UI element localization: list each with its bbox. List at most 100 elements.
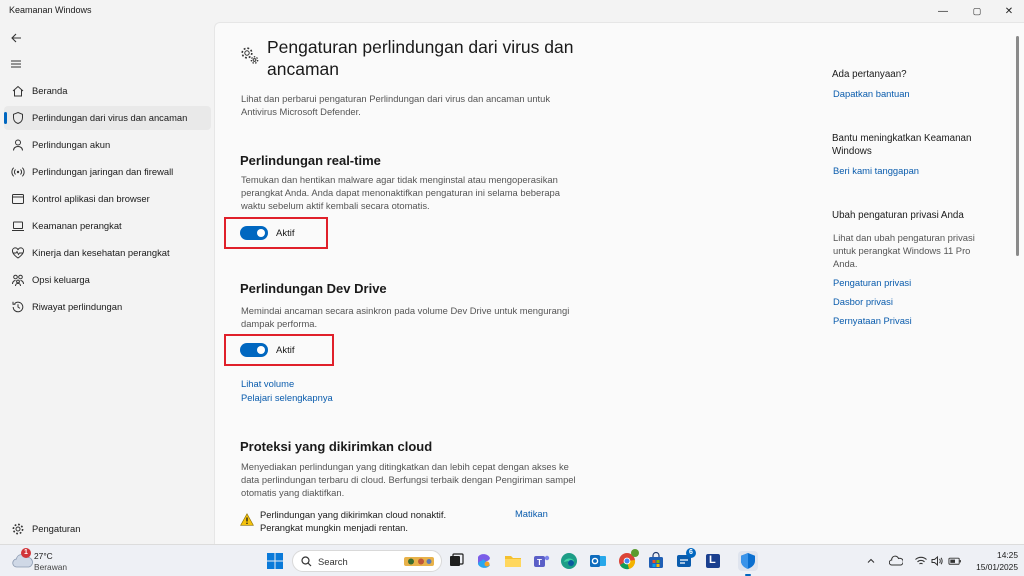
sidebar-item-label: Keamanan perangkat [32, 220, 122, 231]
sidebar-item-label: Riwayat perlindungan [32, 301, 123, 312]
weather-widget[interactable]: 1 27°C Berawan [8, 545, 68, 576]
volume-icon[interactable] [930, 554, 944, 568]
window-title: Keamanan Windows [9, 5, 92, 15]
maximize-button[interactable]: ▢ [960, 0, 994, 22]
sidebar: Beranda Perlindungan dari virus dan anca… [0, 22, 214, 544]
main-content: Pengaturan perlindungan dari virus dan a… [214, 22, 1024, 544]
feedback-link[interactable]: Beri kami tanggapan [833, 165, 919, 176]
copilot-icon[interactable] [474, 551, 494, 571]
laptop-icon [12, 221, 24, 231]
sidebar-item-device-security[interactable]: Keamanan perangkat [4, 214, 211, 238]
title-bar: Keamanan Windows — ▢ ✕ [0, 0, 1024, 22]
sidebar-item-virus-protection[interactable]: Perlindungan dari virus dan ancaman [4, 106, 211, 130]
close-button[interactable]: ✕ [992, 0, 1024, 22]
sidebar-item-performance[interactable]: Kinerja dan kesehatan perangkat [4, 241, 211, 265]
sidebar-item-family[interactable]: Opsi keluarga [4, 268, 211, 292]
privacy-settings-link[interactable]: Pengaturan privasi [833, 277, 911, 288]
taskbar: 1 27°C Berawan Search T 6 L 14:25 15/01/… [0, 544, 1024, 576]
sidebar-item-label: Beranda [32, 85, 68, 96]
app-browser-icon [12, 194, 24, 204]
get-help-link[interactable]: Dapatkan bantuan [833, 88, 910, 99]
onedrive-icon[interactable] [889, 554, 903, 568]
wifi-icon [11, 167, 25, 177]
privacy-dashboard-link[interactable]: Dasbor privasi [833, 296, 893, 307]
privacy-text: Lihat dan ubah pengaturan privasi untuk … [833, 232, 975, 270]
file-explorer-icon[interactable] [503, 551, 523, 571]
cloud-description: Menyediakan perlindungan yang ditingkatk… [241, 461, 576, 499]
svg-text:T: T [537, 558, 542, 567]
cloud-warning-text: Perlindungan yang dikirimkan cloud nonak… [260, 509, 447, 534]
warning-icon [240, 513, 254, 526]
sidebar-item-beranda[interactable]: Beranda [4, 79, 211, 103]
shield-icon [13, 111, 23, 125]
sidebar-item-label: Perlindungan dari virus dan ancaman [32, 112, 188, 123]
history-icon [12, 301, 24, 313]
sidebar-item-settings[interactable]: Pengaturan [4, 517, 211, 541]
sidebar-item-network[interactable]: Perlindungan jaringan dan firewall [4, 160, 211, 184]
home-icon [12, 85, 24, 97]
settings-gears-icon [241, 47, 259, 64]
sidebar-item-label: Perlindungan akun [32, 139, 111, 150]
learn-more-link[interactable]: Pelajari selengkapnya [241, 392, 333, 403]
chrome-icon[interactable] [617, 549, 639, 571]
gear-icon [12, 523, 24, 535]
sidebar-item-history[interactable]: Riwayat perlindungan [4, 295, 211, 319]
windows-security-taskbar-icon[interactable] [738, 551, 758, 576]
devdrive-title: Perlindungan Dev Drive [240, 281, 387, 296]
privacy-heading: Ubah pengaturan privasi Anda [832, 210, 964, 221]
family-icon [12, 274, 24, 287]
back-arrow-icon[interactable] [8, 30, 24, 46]
improve-heading: Bantu meningkatkan Keamanan Windows [832, 133, 972, 158]
minimize-button[interactable]: — [926, 0, 960, 22]
page-description: Lihat dan perbarui pengaturan Perlindung… [241, 93, 551, 118]
view-volume-link[interactable]: Lihat volume [241, 378, 294, 389]
chrome-badge [631, 549, 639, 557]
realtime-title: Perlindungan real-time [240, 153, 381, 168]
search-icon [301, 556, 312, 567]
scrollbar[interactable] [1016, 36, 1019, 256]
teams-icon[interactable]: T [531, 551, 551, 571]
sidebar-item-label: Kinerja dan kesehatan perangkat [32, 247, 170, 258]
windows-logo-icon [267, 553, 283, 569]
heart-icon [12, 247, 24, 259]
lens-app-icon[interactable]: L [703, 551, 723, 571]
battery-icon[interactable] [948, 554, 962, 568]
taskbar-search[interactable]: Search [292, 550, 442, 572]
devdrive-toggle-row: Aktif [240, 343, 294, 357]
sidebar-item-label: Kontrol aplikasi dan browser [32, 193, 150, 204]
realtime-toggle-label: Aktif [276, 227, 295, 239]
sidebar-item-app-browser[interactable]: Kontrol aplikasi dan browser [4, 187, 211, 211]
chevron-up-icon[interactable] [864, 554, 878, 568]
wifi-tray-icon[interactable] [914, 554, 928, 568]
store-icon[interactable] [646, 551, 666, 571]
messaging-app-icon[interactable]: 6 [674, 548, 696, 571]
settings-label: Pengaturan [32, 523, 81, 534]
app-letter: L [709, 554, 716, 566]
edge-icon[interactable] [559, 551, 579, 571]
cloud-title: Proteksi yang dikirimkan cloud [240, 439, 433, 454]
devdrive-toggle-label: Aktif [276, 344, 295, 356]
weather-temp: 27°C [34, 551, 53, 561]
weather-condition: Berawan [34, 562, 68, 572]
clock-time[interactable]: 14:25 [982, 550, 1018, 560]
realtime-description: Temukan dan hentikan malware agar tidak … [241, 174, 560, 212]
weather-badge: 1 [21, 548, 31, 558]
privacy-statement-link[interactable]: Pernyataan Privasi [833, 315, 912, 326]
search-placeholder: Search [318, 556, 348, 567]
question-heading: Ada pertanyaan? [832, 69, 907, 80]
page-title: Pengaturan perlindungan dari virus dan a… [267, 37, 574, 79]
hamburger-icon[interactable] [8, 56, 24, 72]
start-button[interactable] [265, 551, 285, 571]
realtime-toggle[interactable] [240, 226, 268, 240]
realtime-toggle-row: Aktif [240, 226, 294, 240]
turn-off-link[interactable]: Matikan [515, 508, 548, 519]
sidebar-item-label: Opsi keluarga [32, 274, 90, 285]
devdrive-description: Memindai ancaman secara asinkron pada vo… [241, 305, 570, 330]
task-view-icon[interactable] [446, 551, 466, 571]
devdrive-toggle[interactable] [240, 343, 268, 357]
outlook-icon[interactable] [588, 551, 608, 571]
search-highlight-icon [404, 557, 434, 566]
sidebar-item-account[interactable]: Perlindungan akun [4, 133, 211, 157]
person-icon [13, 139, 23, 151]
clock-date[interactable]: 15/01/2025 [968, 562, 1018, 572]
